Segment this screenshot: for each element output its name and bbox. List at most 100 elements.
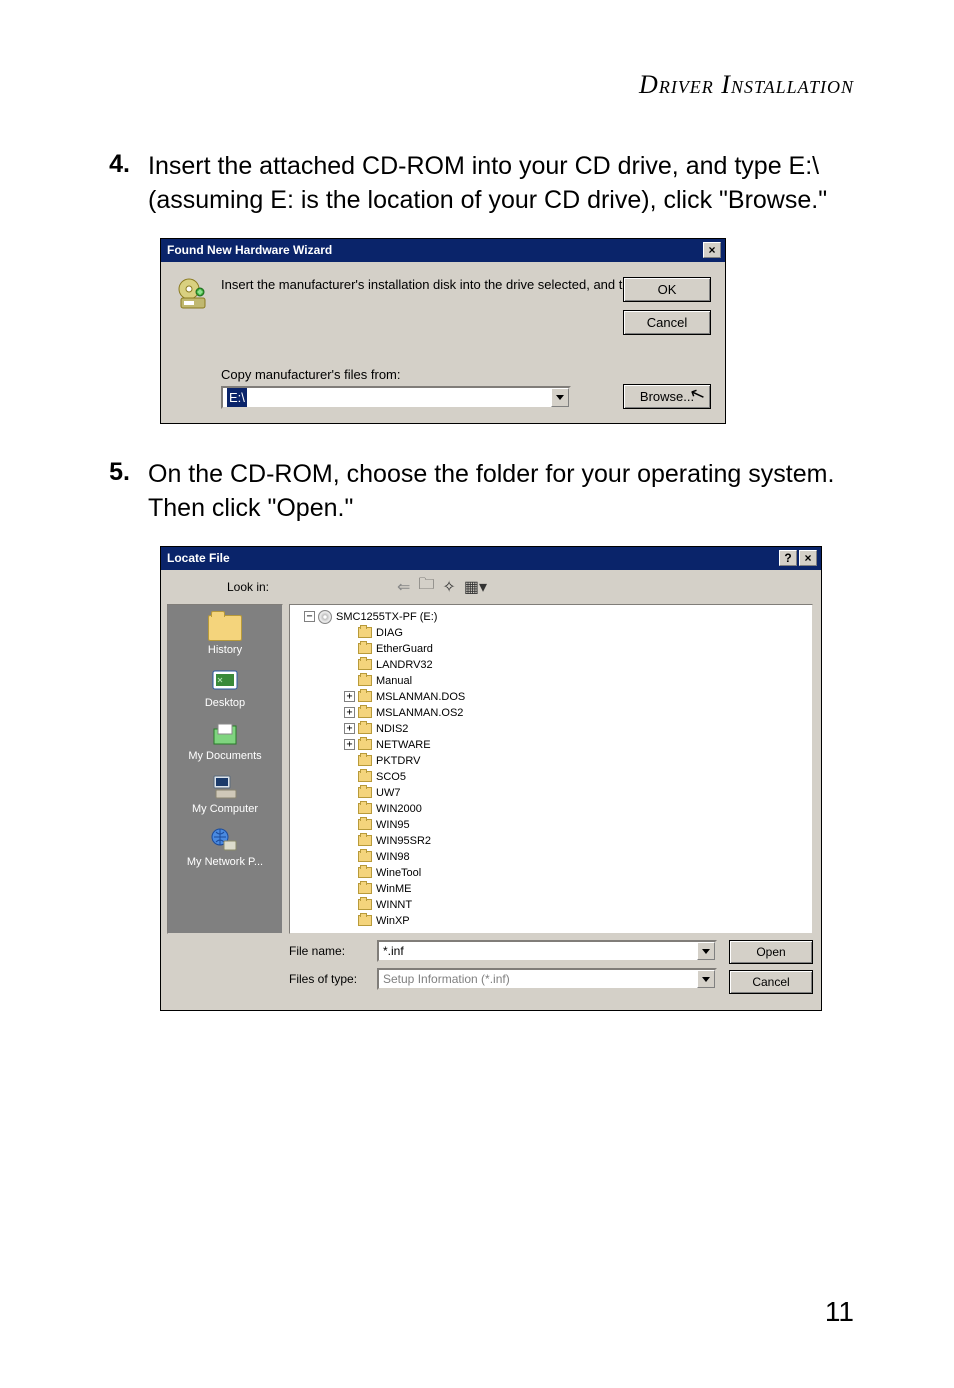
- copy-from-label: Copy manufacturer's files from:: [221, 367, 711, 382]
- found-new-hardware-dialog: Found New Hardware Wizard ×: [160, 238, 726, 425]
- tree-item[interactable]: WinME: [296, 881, 806, 897]
- expand-icon[interactable]: +: [344, 707, 355, 718]
- folder-icon: [358, 707, 372, 718]
- filename-input[interactable]: *.inf: [377, 940, 717, 962]
- folder-icon: [358, 803, 372, 814]
- copy-from-value: E:\: [227, 388, 247, 407]
- filename-label: File name:: [289, 944, 377, 958]
- tree-item[interactable]: EtherGuard: [296, 641, 806, 657]
- dialog1-title-text: Found New Hardware Wizard: [167, 239, 332, 262]
- view-menu-icon[interactable]: ▦▾: [464, 577, 487, 597]
- open-button[interactable]: Open: [729, 940, 813, 964]
- tree-item[interactable]: + NETWARE: [296, 737, 806, 753]
- tree-item[interactable]: + MSLANMAN.DOS: [296, 689, 806, 705]
- expand-icon[interactable]: +: [344, 691, 355, 702]
- tree-item-label: WIN95SR2: [376, 833, 431, 849]
- tree-item[interactable]: WIN2000: [296, 801, 806, 817]
- step-4-number: 4.: [100, 150, 148, 218]
- tree-item[interactable]: Manual: [296, 673, 806, 689]
- step-5-text: On the CD-ROM, choose the folder for you…: [148, 458, 854, 526]
- folder-icon: [358, 659, 372, 670]
- places-desktop[interactable]: Desktop: [168, 664, 282, 715]
- filetype-input: Setup Information (*.inf): [377, 968, 717, 990]
- tree-item-label: MSLANMAN.DOS: [376, 689, 465, 705]
- tree-item-label: WIN98: [376, 849, 410, 865]
- close-icon[interactable]: ×: [703, 242, 721, 258]
- tree-item-label: WIN95: [376, 817, 410, 833]
- folder-icon: [358, 643, 372, 654]
- places-label: My Network P...: [168, 856, 282, 868]
- filetype-label: Files of type:: [289, 972, 377, 986]
- look-in-label: Look in:: [161, 580, 277, 594]
- tree-item[interactable]: WIN98: [296, 849, 806, 865]
- tree-item[interactable]: WineTool: [296, 865, 806, 881]
- tree-item[interactable]: DIAG: [296, 625, 806, 641]
- step-4-text: Insert the attached CD-ROM into your CD …: [148, 150, 854, 218]
- folder-icon: [358, 739, 372, 750]
- places-mynetwork[interactable]: My Network P...: [168, 823, 282, 874]
- close-icon[interactable]: ×: [799, 550, 817, 566]
- tree-item[interactable]: PKTDRV: [296, 753, 806, 769]
- places-mycomputer[interactable]: My Computer: [168, 770, 282, 821]
- page-number: 11: [825, 1296, 854, 1328]
- expand-icon[interactable]: +: [344, 723, 355, 734]
- tree-item-label: WIN2000: [376, 801, 422, 817]
- tree-item-label: NETWARE: [376, 737, 431, 753]
- copy-from-input[interactable]: E:\: [221, 386, 571, 409]
- computer-icon: [207, 772, 243, 802]
- folder-icon: [358, 835, 372, 846]
- tree-item-label: PKTDRV: [376, 753, 420, 769]
- tree-item[interactable]: + MSLANMAN.OS2: [296, 705, 806, 721]
- tree-item-label: DIAG: [376, 625, 403, 641]
- tree-item[interactable]: +NDIS2: [296, 721, 806, 737]
- places-label: My Documents: [168, 750, 282, 762]
- folder-icon: [358, 787, 372, 798]
- folder-icon: [208, 615, 242, 641]
- page-header: Driver Installation: [100, 70, 854, 100]
- tree-item-label: Manual: [376, 673, 412, 689]
- step-5-number: 5.: [100, 458, 148, 526]
- mydocuments-icon: [207, 719, 243, 749]
- ok-button[interactable]: OK: [623, 277, 711, 302]
- places-bar: History Desktop My Documents: [167, 604, 283, 934]
- folder-tree[interactable]: − SMC1255TX-PF (E:) DIAGEtherGuardLANDRV…: [289, 604, 813, 934]
- folder-icon: [358, 819, 372, 830]
- tree-item-label: MSLANMAN.OS2: [376, 705, 463, 721]
- tree-item[interactable]: WIN95SR2: [296, 833, 806, 849]
- dialog2-titlebar[interactable]: Locate File ? ×: [161, 547, 821, 570]
- tree-item[interactable]: UW7: [296, 785, 806, 801]
- folder-icon: [358, 691, 372, 702]
- tree-root-item[interactable]: − SMC1255TX-PF (E:): [296, 609, 806, 625]
- up-folder-icon[interactable]: 🗀: [418, 573, 434, 600]
- folder-icon: [358, 851, 372, 862]
- places-label: My Computer: [168, 803, 282, 815]
- browse-button[interactable]: Browse...: [623, 384, 711, 409]
- tree-item-label: LANDRV32: [376, 657, 433, 673]
- dropdown-icon[interactable]: [697, 942, 715, 960]
- collapse-icon[interactable]: −: [304, 611, 315, 622]
- dialog1-titlebar[interactable]: Found New Hardware Wizard ×: [161, 239, 725, 262]
- tree-item-label: UW7: [376, 785, 400, 801]
- tree-item[interactable]: WIN95: [296, 817, 806, 833]
- dialog2-title-text: Locate File: [167, 551, 230, 565]
- locate-file-dialog: Locate File ? × Look in: ⇐ 🗀 ✧ ▦▾: [160, 546, 822, 1011]
- dropdown-icon[interactable]: [551, 388, 569, 407]
- tree-item[interactable]: WINNT: [296, 897, 806, 913]
- cancel-button[interactable]: Cancel: [729, 970, 813, 994]
- help-icon[interactable]: ?: [779, 550, 797, 566]
- cancel-button[interactable]: Cancel: [623, 310, 711, 335]
- places-history[interactable]: History: [168, 611, 282, 662]
- places-mydocuments[interactable]: My Documents: [168, 717, 282, 768]
- places-label: History: [168, 644, 282, 656]
- tree-item-label: WineTool: [376, 865, 421, 881]
- back-icon[interactable]: ⇐: [397, 577, 410, 597]
- tree-item[interactable]: WinXP: [296, 913, 806, 929]
- folder-icon: [358, 627, 372, 638]
- tree-item[interactable]: LANDRV32: [296, 657, 806, 673]
- tree-item[interactable]: SCO5: [296, 769, 806, 785]
- new-folder-icon[interactable]: ✧: [442, 577, 455, 597]
- places-label: Desktop: [168, 697, 282, 709]
- step-5: 5. On the CD-ROM, choose the folder for …: [100, 458, 854, 526]
- expand-icon[interactable]: +: [344, 739, 355, 750]
- folder-icon: [358, 755, 372, 766]
